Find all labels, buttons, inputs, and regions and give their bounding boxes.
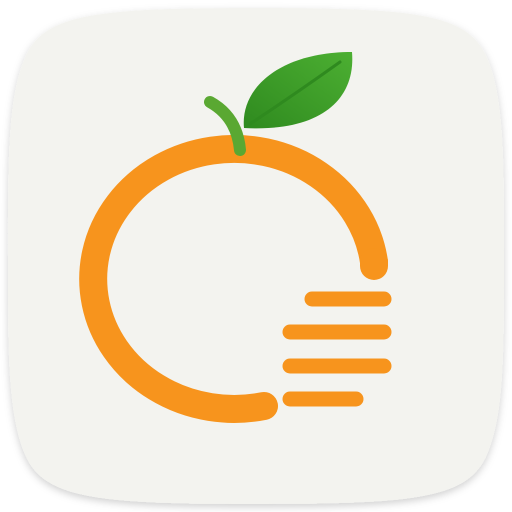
app-icon-canvas <box>0 0 512 512</box>
orange-app-icon[interactable] <box>0 0 512 512</box>
